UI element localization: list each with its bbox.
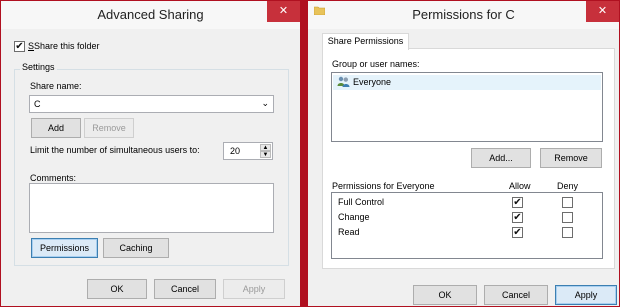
remove-button[interactable]: Remove — [84, 118, 134, 138]
deny-column-header: Deny — [557, 181, 579, 191]
window-title: Advanced Sharing — [97, 7, 204, 22]
share-folder-label-text: Share this folder — [34, 41, 100, 51]
limit-users-value: 20 — [230, 146, 241, 156]
deny-checkbox[interactable] — [562, 227, 573, 238]
apply-button[interactable]: Apply — [223, 279, 285, 299]
permission-label: Full Control — [338, 197, 385, 207]
share-folder-checkbox[interactable]: ✔ — [14, 41, 25, 52]
group-names-label: Group or user names: — [332, 59, 420, 69]
close-button[interactable]: ✕ — [586, 1, 619, 22]
add-button[interactable]: Add — [31, 118, 81, 138]
deny-checkbox[interactable] — [562, 212, 573, 223]
remove-button[interactable]: Remove — [540, 148, 602, 168]
cancel-button[interactable]: Cancel — [154, 279, 216, 299]
window-title: Permissions for C — [412, 7, 515, 22]
deny-checkbox[interactable] — [562, 197, 573, 208]
share-name-label: Share name: — [30, 81, 82, 91]
permission-label: Change — [338, 212, 370, 222]
comments-label: Comments: — [30, 173, 77, 183]
limit-users-label: Limit the number of simultaneous users t… — [30, 145, 200, 155]
spinner-up-icon[interactable]: ▲ — [260, 144, 271, 151]
title-bar: Permissions for C ✕ — [308, 1, 619, 29]
allow-checkbox[interactable]: ✔ — [512, 227, 523, 238]
comments-textarea[interactable] — [29, 183, 274, 233]
chevron-down-icon: ⌄ — [261, 98, 269, 108]
limit-users-spinner[interactable]: 20 ▲ ▼ — [223, 142, 273, 160]
apply-button[interactable]: Apply — [555, 285, 617, 305]
permission-label: Read — [338, 227, 360, 237]
permissions-table: Full Control ✔ Change ✔ Read ✔ — [331, 192, 603, 259]
ok-button[interactable]: OK — [413, 285, 477, 305]
allow-column-header: Allow — [509, 181, 531, 191]
share-name-select[interactable]: C ⌄ — [29, 95, 274, 113]
close-button[interactable]: ✕ — [267, 1, 300, 22]
add-button[interactable]: Add... — [471, 148, 531, 168]
allow-checkbox[interactable]: ✔ — [512, 197, 523, 208]
list-item[interactable]: Everyone — [333, 75, 601, 90]
settings-group-label: Settings — [20, 62, 57, 72]
caching-button[interactable]: Caching — [103, 238, 169, 258]
users-group-icon — [337, 76, 350, 87]
share-name-value: C — [34, 99, 41, 109]
group-names-list[interactable]: Everyone — [331, 72, 603, 142]
advanced-sharing-window: Advanced Sharing ✕ ✔ SShare this folder … — [0, 0, 301, 307]
ok-button[interactable]: OK — [87, 279, 147, 299]
permissions-button[interactable]: Permissions — [31, 238, 98, 258]
spinner-down-icon[interactable]: ▼ — [260, 151, 271, 158]
permissions-header: Permissions for Everyone — [332, 181, 435, 191]
cancel-button[interactable]: Cancel — [484, 285, 548, 305]
tab-share-permissions[interactable]: Share Permissions — [322, 33, 409, 50]
title-bar: Advanced Sharing ✕ — [1, 1, 300, 29]
permissions-window: Permissions for C ✕ Share Permissions Gr… — [307, 0, 620, 307]
list-item-label: Everyone — [353, 77, 392, 87]
allow-checkbox[interactable]: ✔ — [512, 212, 523, 223]
share-folder-label: SShare this folder — [28, 41, 100, 51]
